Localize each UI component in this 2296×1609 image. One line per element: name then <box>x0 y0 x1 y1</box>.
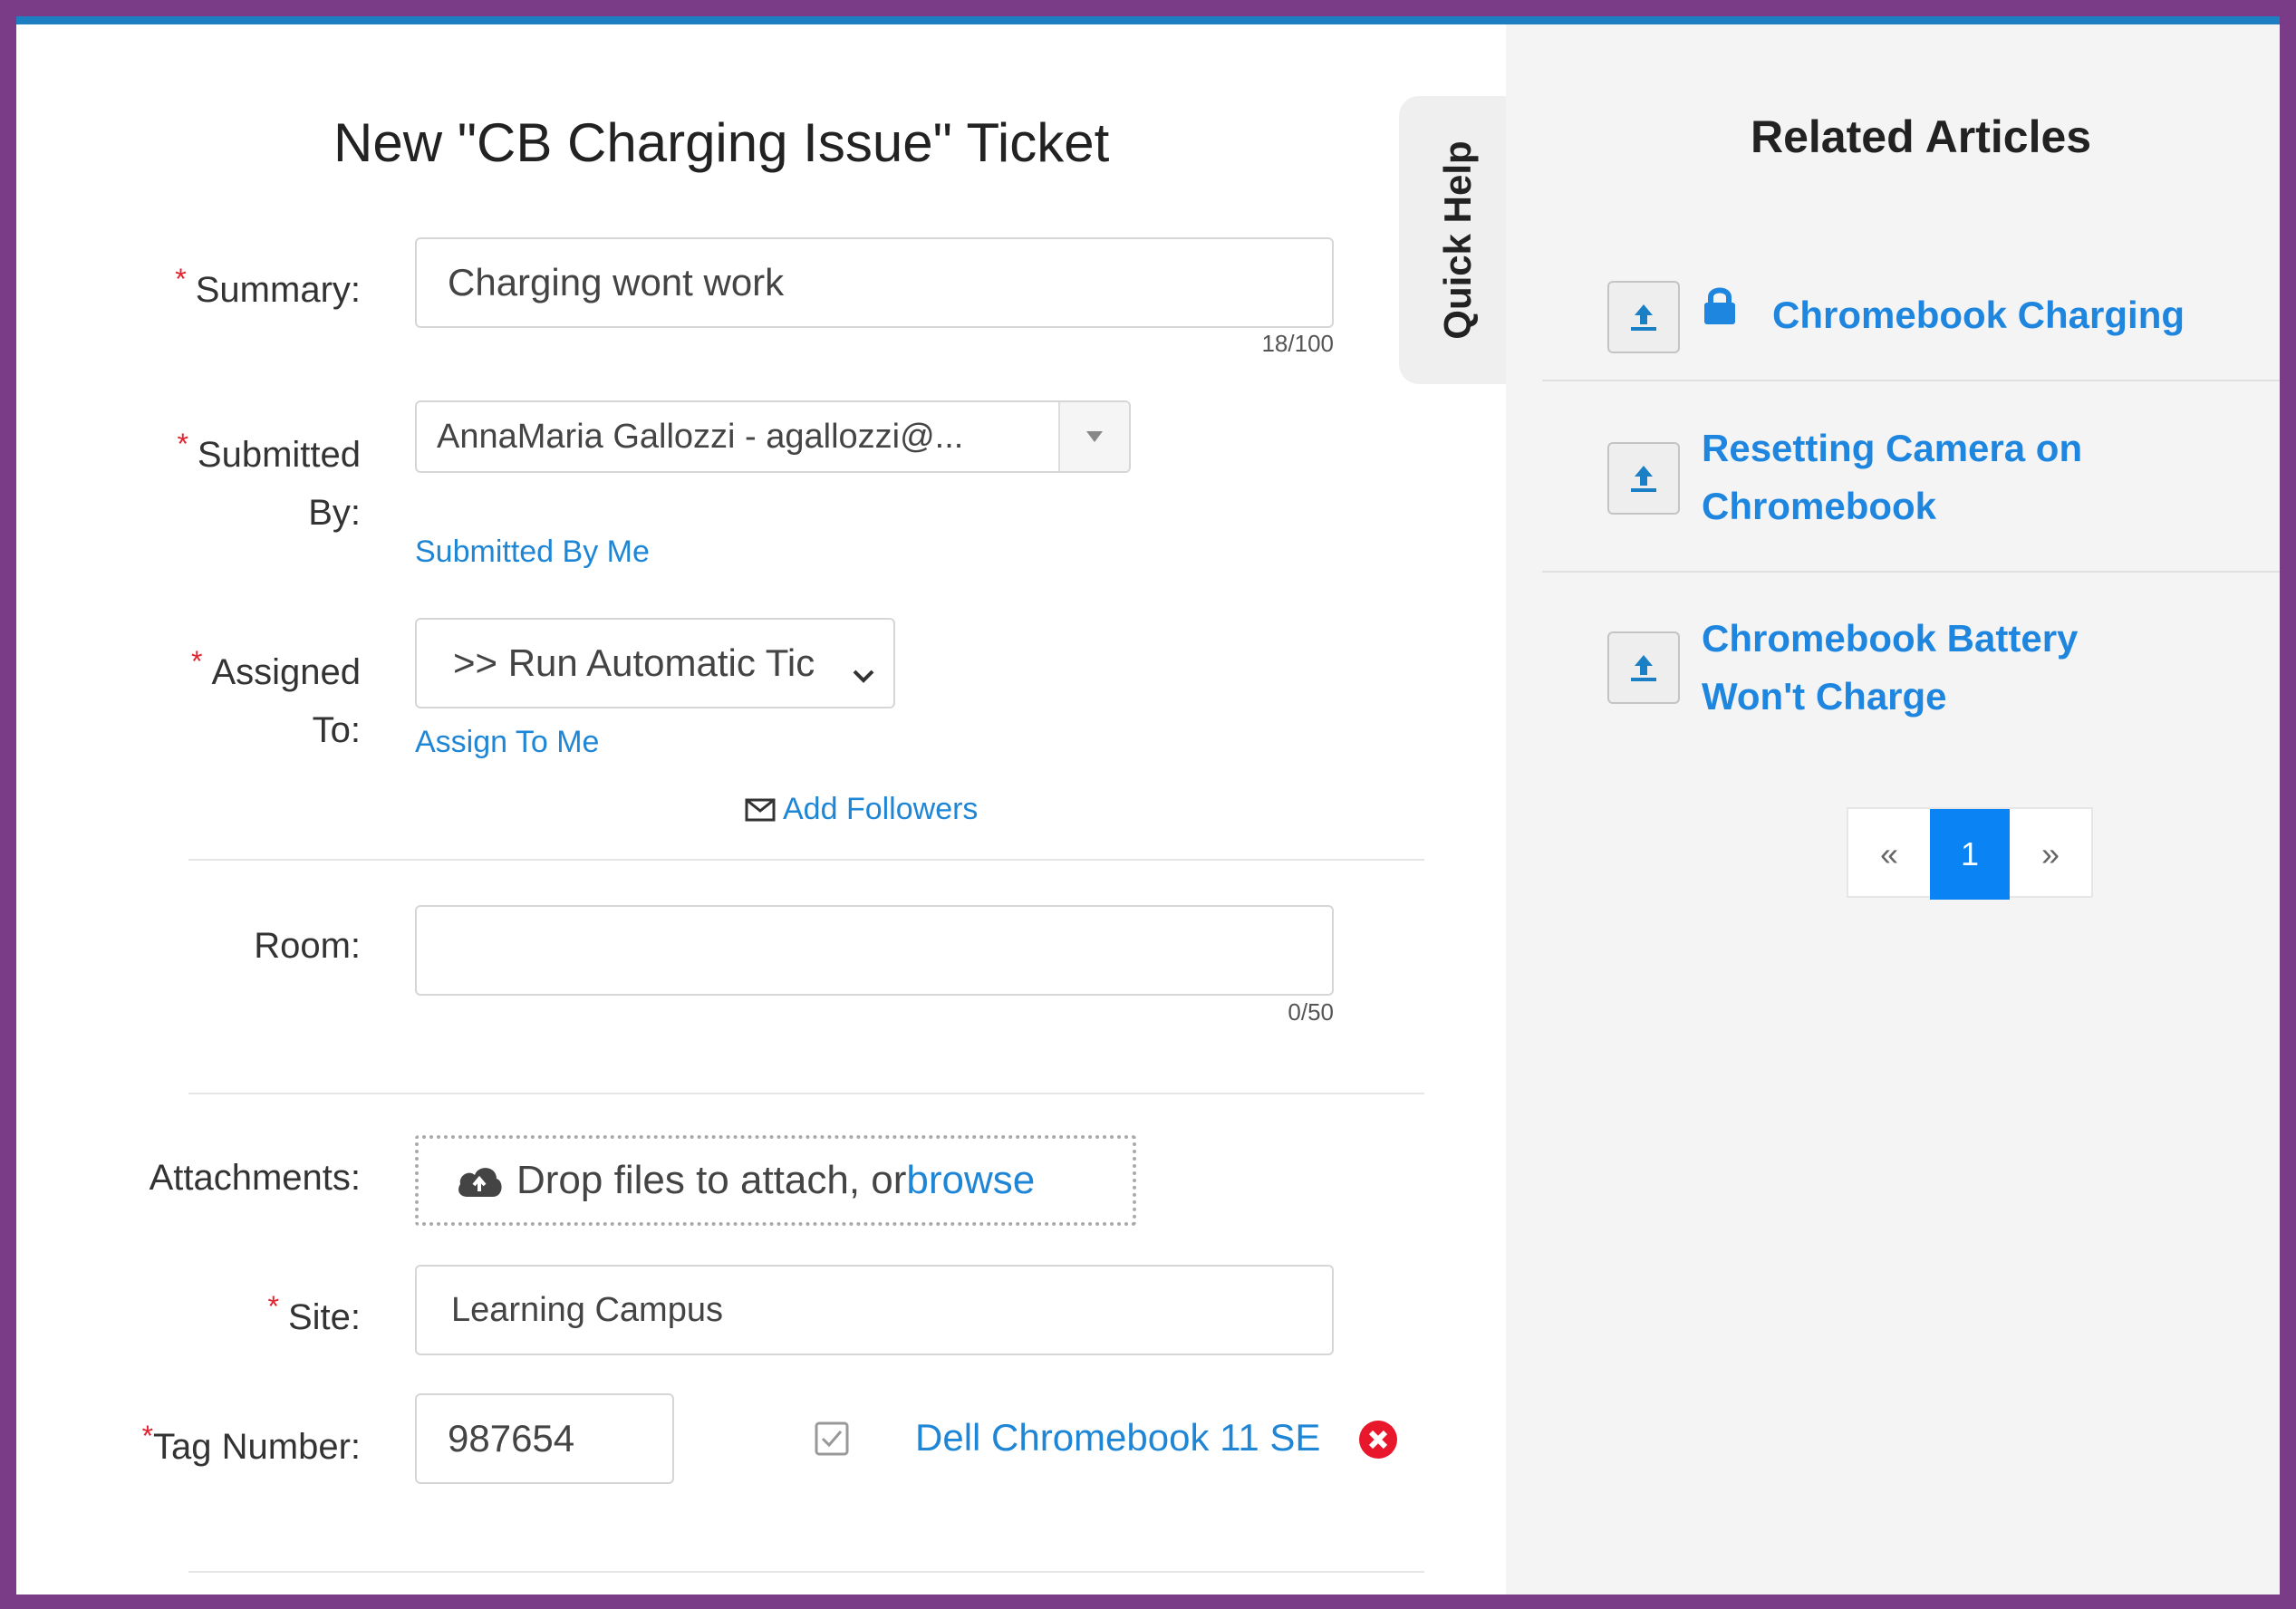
summary-input-value: Charging wont work <box>448 261 785 303</box>
article-title-line1: Chromebook Charging <box>1772 294 2185 336</box>
required-marker: * <box>141 1420 154 1452</box>
tag-number-input[interactable]: 987654 <box>415 1393 674 1484</box>
asset-link[interactable]: Dell Chromebook 11 SE <box>915 1416 1320 1460</box>
submitted-by-label: * Submitted By: <box>71 415 361 542</box>
required-marker: * <box>190 645 203 678</box>
submitted-by-me-link[interactable]: Submitted By Me <box>415 535 650 570</box>
attachments-label: Attachments: <box>149 1158 361 1198</box>
article-title-line1: Chromebook Battery <box>1702 617 2079 660</box>
assigned-to-value: >> Run Automatic Tic <box>453 641 815 684</box>
article-title-line2: Won't Charge <box>1702 675 1947 718</box>
site-input-value: Learning Campus <box>451 1290 723 1329</box>
tag-number-label: *Tag Number: <box>53 1407 361 1476</box>
assigned-to-label-line1: Assigned <box>211 652 361 692</box>
site-label: * Site: <box>71 1277 362 1346</box>
summary-label-text: Summary: <box>195 270 361 310</box>
pagination: « 1 » <box>1847 807 2093 900</box>
article-divider <box>1542 571 2280 573</box>
summary-input[interactable]: Charging wont work <box>415 237 1334 328</box>
tag-number-value: 987654 <box>448 1417 575 1460</box>
upload-icon[interactable] <box>1607 281 1680 353</box>
upload-icon[interactable] <box>1607 631 1680 704</box>
assigned-to-select[interactable]: >> Run Automatic Tic <box>415 618 895 708</box>
required-marker: * <box>267 1290 279 1323</box>
article-title-line1: Resetting Camera on <box>1702 427 2083 469</box>
add-followers-label: Add Followers <box>783 792 979 826</box>
section-divider <box>188 1093 1424 1094</box>
quick-help-tab[interactable]: Quick Help <box>1399 96 1517 384</box>
summary-label: * Summary: <box>71 250 361 319</box>
caret-down-icon[interactable] <box>1058 402 1129 471</box>
article-title[interactable]: Chromebook Battery Won't Charge <box>1702 610 2078 726</box>
site-input[interactable]: Learning Campus <box>415 1265 1334 1355</box>
submitted-by-select[interactable]: AnnaMaria Gallozzi - agallozzi@... <box>415 400 1131 473</box>
tag-number-label-text: Tag Number: <box>153 1427 361 1467</box>
required-marker: * <box>175 263 187 295</box>
submitted-by-value: AnnaMaria Gallozzi - agallozzi@... <box>437 417 964 456</box>
room-input[interactable] <box>415 905 1334 996</box>
pagination-prev[interactable]: « <box>1848 809 1930 900</box>
article-title-line2: Chromebook <box>1702 485 1937 527</box>
dropzone-text: Drop files to attach, or <box>516 1158 907 1202</box>
section-divider <box>188 859 1424 861</box>
browse-link[interactable]: browse <box>906 1158 1035 1203</box>
required-marker: * <box>177 428 188 460</box>
remove-circle-icon[interactable] <box>1357 1419 1399 1465</box>
article-divider <box>1542 380 2280 381</box>
quick-help-label: Quick Help <box>1436 140 1479 340</box>
assign-to-me-link[interactable]: Assign To Me <box>415 725 599 760</box>
top-accent-bar <box>16 16 2280 24</box>
ticket-window: New "CB Charging Issue" Ticket * Summary:… <box>16 16 2280 1595</box>
envelope-icon <box>745 798 776 822</box>
add-followers-link[interactable]: Add Followers <box>745 792 978 827</box>
cloud-upload-icon <box>455 1162 504 1199</box>
upload-icon[interactable] <box>1607 442 1680 515</box>
assigned-to-label: * Assigned To: <box>71 632 361 759</box>
article-title[interactable]: Chromebook Charging <box>1772 286 2185 344</box>
select-chevron-icon <box>852 652 875 696</box>
pagination-page-1[interactable]: 1 <box>1930 809 2010 900</box>
lock-icon <box>1702 285 1738 330</box>
room-char-counter: 0/50 <box>1288 998 1334 1026</box>
attachment-dropzone[interactable]: Drop files to attach, or browse <box>415 1135 1136 1226</box>
checkbox-icon[interactable] <box>814 1421 850 1461</box>
room-label: Room: <box>254 926 361 966</box>
assigned-to-label-line2: To: <box>312 710 361 750</box>
submitted-by-label-line2: By: <box>308 493 361 533</box>
related-articles-panel: Related Articles Chromebook Charging Res… <box>1506 24 2280 1595</box>
summary-char-counter: 18/100 <box>1261 330 1334 357</box>
page-title: New "CB Charging Issue" Ticket <box>333 112 1110 173</box>
related-articles-title: Related Articles <box>1751 111 2092 162</box>
article-title[interactable]: Resetting Camera on Chromebook <box>1702 419 2082 535</box>
section-divider <box>188 1571 1424 1573</box>
submitted-by-label-line1: Submitted <box>197 435 361 475</box>
pagination-next[interactable]: » <box>2010 809 2091 900</box>
site-label-text: Site: <box>287 1297 361 1337</box>
